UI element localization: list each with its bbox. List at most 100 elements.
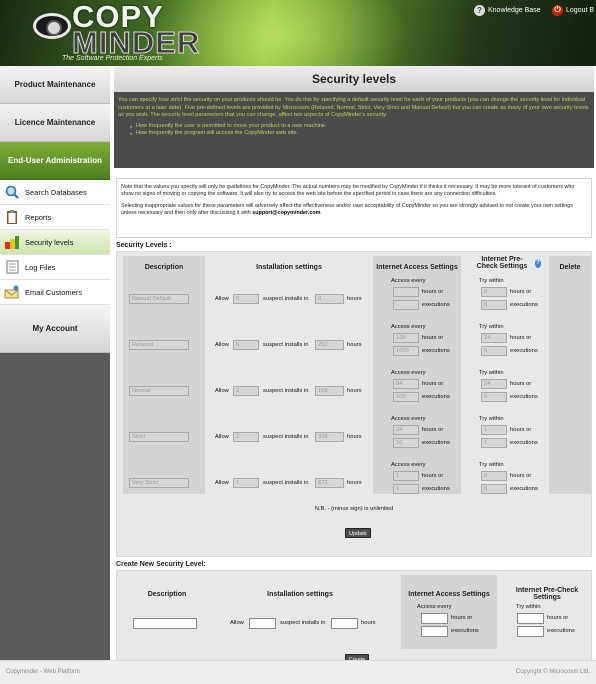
menu-my-account[interactable]: My Account xyxy=(0,305,110,353)
new-access-hours-input[interactable] xyxy=(421,613,448,624)
try-exec-input[interactable]: 0 xyxy=(481,300,507,310)
access-hours-input[interactable]: - xyxy=(393,287,419,297)
hours-label: hours xyxy=(347,388,362,394)
level-name-input[interactable]: Relaxed xyxy=(129,340,189,350)
email-customers-icon xyxy=(4,285,20,299)
level-name-input[interactable]: Strict xyxy=(129,432,189,442)
help-icon[interactable]: ? xyxy=(534,258,541,268)
allow-label: Allow xyxy=(230,620,244,626)
menu-end-user-administration[interactable]: End-User Administration xyxy=(0,142,110,180)
access-hours-input[interactable]: 1 xyxy=(393,471,419,481)
install-hours-input[interactable]: 168 xyxy=(315,386,344,396)
access-every-label: Access every xyxy=(391,416,426,422)
access-hours-input[interactable]: 168 xyxy=(393,333,419,343)
note-paragraph-2: Selecting inappropriate values for these… xyxy=(121,203,587,217)
executions-label: executions xyxy=(451,628,479,634)
access-every-label: Access every xyxy=(391,462,426,468)
try-hours-input[interactable]: 24 xyxy=(481,333,507,343)
try-exec-input[interactable]: 1 xyxy=(481,438,507,448)
sidebar-item-security-levels[interactable]: Security levels xyxy=(0,230,110,255)
try-hours-input[interactable]: 0 xyxy=(481,471,507,481)
header-banner: COPY MINDER The Software Protection Expe… xyxy=(0,0,596,66)
hours-or-label: hours or xyxy=(451,615,473,621)
try-hours-input[interactable]: 0 xyxy=(481,287,507,297)
try-hours-input[interactable]: 24 xyxy=(481,379,507,389)
access-exec-input[interactable]: 10 xyxy=(393,438,419,448)
knowledge-base-link[interactable]: ? Knowledge Base xyxy=(474,4,541,16)
try-hours-input[interactable]: 1 xyxy=(481,425,507,435)
note-paragraph-1: Note that the values you specify will on… xyxy=(121,184,575,197)
logout-link[interactable]: ⏻ Logout B xyxy=(552,4,594,16)
sidebar-item-search-databases[interactable]: Search Databases xyxy=(0,180,110,205)
log-file-icon xyxy=(4,260,20,274)
sidebar: Product Maintenance Licence Maintenance … xyxy=(0,66,110,660)
try-within-label: Try within xyxy=(479,370,504,376)
tagline: The Software Protection Experts xyxy=(62,55,163,62)
new-try-exec-input[interactable] xyxy=(517,626,544,637)
hours-label: hours xyxy=(361,620,376,626)
new-install-hours-input[interactable] xyxy=(331,618,358,629)
sidebar-item-reports[interactable]: Reports xyxy=(0,205,110,230)
access-exec-input[interactable]: 100 xyxy=(393,392,419,402)
allow-input[interactable]: 5 xyxy=(233,340,259,350)
footer: Copyminder - Web Platform Copyright © Mi… xyxy=(0,660,596,684)
install-hours-input[interactable]: 336 xyxy=(315,432,344,442)
install-hours-input[interactable]: 0 xyxy=(315,294,344,304)
suspect-label: suspect installs in xyxy=(263,296,309,302)
nb-note: N.B. - (minus sign) is unlimited xyxy=(314,506,394,512)
allow-label: Allow xyxy=(215,434,229,440)
executions-label: executions xyxy=(422,394,450,400)
hours-or-label: hours or xyxy=(510,381,532,387)
sidebar-item-email-customers[interactable]: Email Customers xyxy=(0,280,110,305)
executions-label: executions xyxy=(510,302,538,308)
suspect-label: suspect installs in xyxy=(263,342,309,348)
intro-bullet: How frequently the user is permitted to … xyxy=(130,123,590,131)
level-name-input[interactable]: Normal xyxy=(129,386,189,396)
access-exec-input[interactable]: - xyxy=(393,300,419,310)
executions-label: executions xyxy=(510,440,538,446)
support-email[interactable]: support@copyminder.com xyxy=(252,210,320,216)
note-panel: Note that the values you specify will on… xyxy=(116,178,592,238)
page-title: Security levels xyxy=(114,66,594,92)
footer-right: Copyright © Microcosm Ltd. xyxy=(515,669,590,675)
allow-input[interactable]: 2 xyxy=(233,432,259,442)
sidebar-item-log-files[interactable]: Log Files xyxy=(0,255,110,280)
executions-label: executions xyxy=(422,486,450,492)
intro-panel: You can specify how strict the security … xyxy=(114,92,594,168)
access-hours-input[interactable]: 24 xyxy=(393,425,419,435)
allow-input[interactable]: 0 xyxy=(233,294,259,304)
new-description-input[interactable] xyxy=(133,618,197,629)
allow-input[interactable]: 2 xyxy=(233,386,259,396)
new-allow-input[interactable] xyxy=(249,618,276,629)
header-delete: Delete xyxy=(559,263,581,271)
new-access-exec-input[interactable] xyxy=(421,626,448,637)
power-icon: ⏻ xyxy=(552,4,563,16)
install-hours-input[interactable]: 252 xyxy=(315,340,344,350)
executions-label: executions xyxy=(422,348,450,354)
suspect-label: suspect installs in xyxy=(280,620,326,626)
intro-bullets: How frequently the user is permitted to … xyxy=(118,123,590,138)
hours-label: hours xyxy=(347,480,362,486)
hours-or-label: hours or xyxy=(510,335,532,341)
update-button[interactable]: Update xyxy=(345,528,371,538)
access-exec-input[interactable]: 1 xyxy=(393,484,419,494)
create-level-form: Description Installation settings Intern… xyxy=(116,570,592,670)
executions-label: executions xyxy=(510,348,538,354)
executions-label: executions xyxy=(422,302,450,308)
try-exec-input[interactable]: 0 xyxy=(481,484,507,494)
access-hours-input[interactable]: 84 xyxy=(393,379,419,389)
level-name-input[interactable]: Manual Default xyxy=(129,294,189,304)
install-hours-input[interactable]: 672 xyxy=(315,478,344,488)
header-internet: Internet Access Settings xyxy=(376,263,458,271)
menu-product-maintenance[interactable]: Product Maintenance xyxy=(0,66,110,104)
hours-label: hours xyxy=(347,296,362,302)
executions-label: executions xyxy=(510,486,538,492)
level-name-input[interactable]: Very Strict xyxy=(129,478,189,488)
access-exec-input[interactable]: 1000 xyxy=(393,346,419,356)
try-exec-input[interactable]: 5 xyxy=(481,346,507,356)
menu-licence-maintenance[interactable]: Licence Maintenance xyxy=(0,104,110,142)
try-exec-input[interactable]: 5 xyxy=(481,392,507,402)
create-header-installation: Installation settings xyxy=(267,590,333,598)
new-try-hours-input[interactable] xyxy=(517,613,544,624)
allow-input[interactable]: 1 xyxy=(233,478,259,488)
